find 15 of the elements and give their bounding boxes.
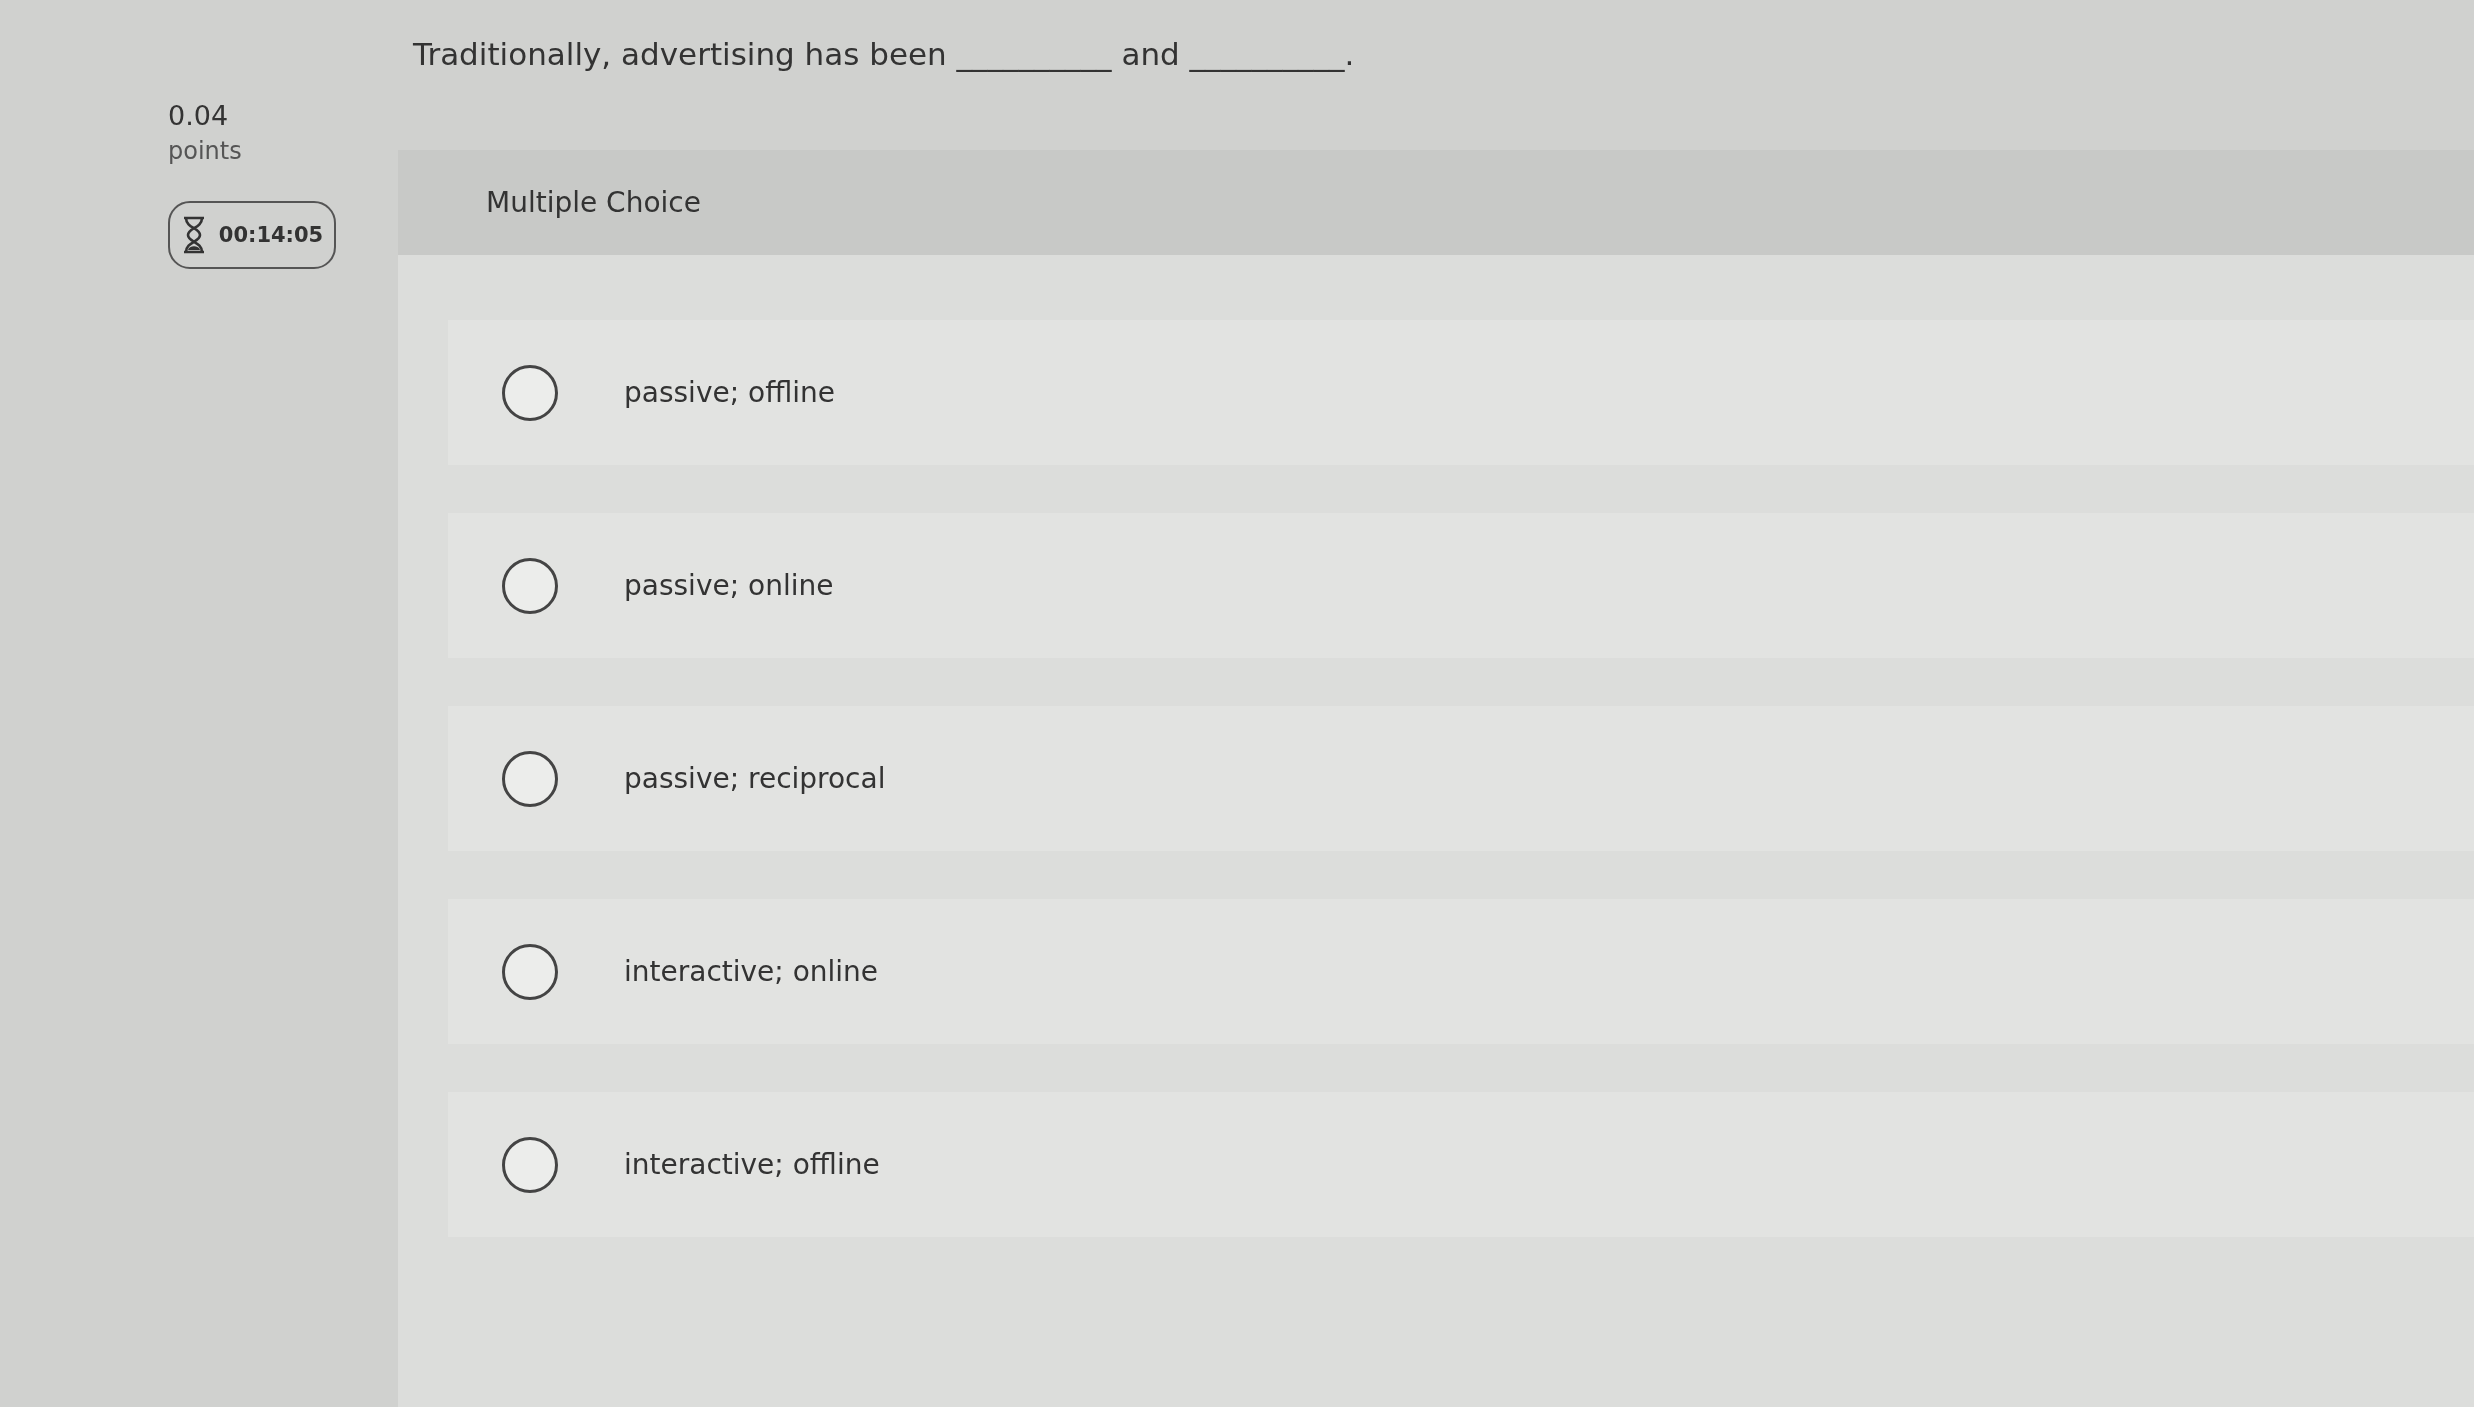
radio-button[interactable] <box>502 557 558 614</box>
radio-button[interactable] <box>502 364 558 421</box>
radio-button[interactable] <box>502 1136 558 1193</box>
radio-button[interactable] <box>502 750 558 807</box>
answer-option[interactable]: passive; online <box>448 513 2474 658</box>
question-type: Multiple Choice <box>486 186 701 219</box>
question-text: Traditionally, advertising has been __________ and __________. <box>412 35 1356 74</box>
answer-option[interactable]: interactive; online <box>448 899 2474 1044</box>
answer-option[interactable]: interactive; offline <box>448 1092 2474 1237</box>
answer-option[interactable]: passive; reciprocal <box>448 706 2474 851</box>
points-value: 0.04 <box>168 100 230 131</box>
timer: 00:14:05 <box>168 201 336 269</box>
answer-option[interactable]: passive; offline <box>448 320 2474 465</box>
radio-button[interactable] <box>502 943 558 1000</box>
points-label: points <box>168 137 243 165</box>
